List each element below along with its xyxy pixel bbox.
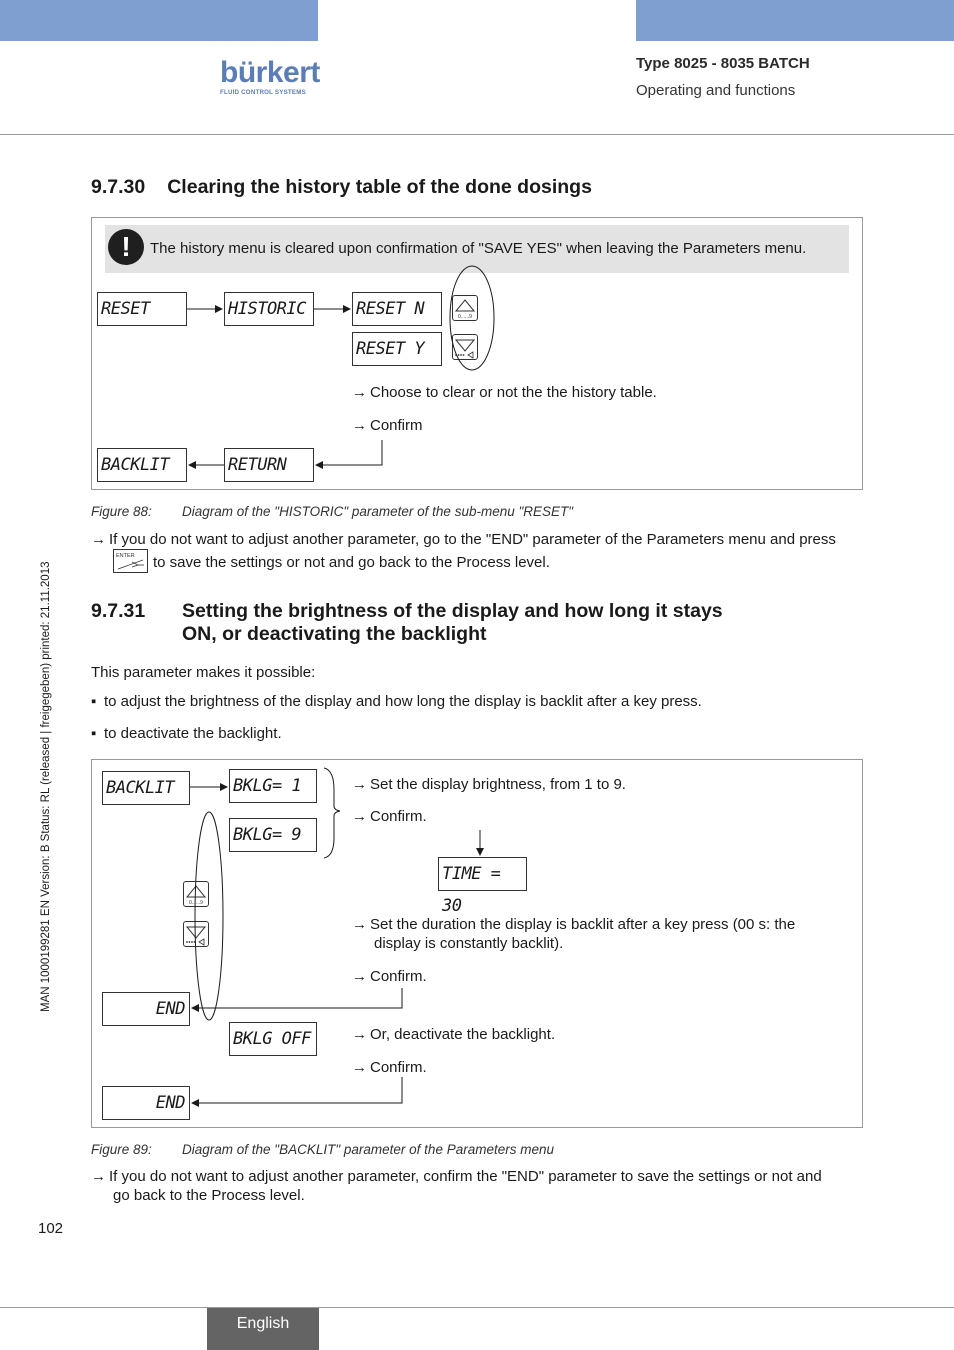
warning-text: The history menu is cleared upon confirm… bbox=[150, 240, 807, 257]
header-bar-right bbox=[636, 0, 954, 41]
instruction-88-line2: to save the settings or not and go back … bbox=[153, 554, 550, 571]
section-title-line2: ON, or deactivating the backlight bbox=[182, 623, 487, 645]
figure-89-label: Figure 89: bbox=[91, 1142, 152, 1157]
note-duration-line2: display is constantly backlit). bbox=[374, 935, 564, 952]
enter-key-icon: ENTER bbox=[113, 549, 148, 573]
lcd-reset-n: RESET N bbox=[352, 292, 442, 326]
instruction-88-line1: If you do not want to adjust another par… bbox=[91, 531, 836, 548]
lcd-backlit: BACKLIT bbox=[97, 448, 187, 482]
lcd-return: RETURN bbox=[224, 448, 314, 482]
lcd-bklg-1: BKLG= 1 bbox=[229, 769, 317, 803]
lcd-end: END bbox=[102, 1086, 190, 1120]
header-divider bbox=[0, 134, 954, 135]
page-number: 102 bbox=[38, 1220, 64, 1237]
down-key-icon bbox=[452, 334, 478, 360]
svg-text:0......9: 0......9 bbox=[458, 314, 472, 320]
language-tab: English bbox=[207, 1308, 319, 1350]
figure-88-label: Figure 88: bbox=[91, 504, 152, 519]
print-info: MAN 1000199281 EN Version: B Status: RL … bbox=[40, 561, 52, 1013]
exclamation-icon: ! bbox=[108, 229, 144, 265]
lcd-bklg-9: BKLG= 9 bbox=[229, 818, 317, 852]
intro-text: This parameter makes it possible: bbox=[91, 664, 316, 681]
lcd-reset: RESET bbox=[97, 292, 187, 326]
document-type: Type 8025 - 8035 BATCH bbox=[636, 55, 810, 72]
footer-divider bbox=[0, 1307, 954, 1308]
header-bar-left bbox=[0, 0, 318, 41]
note-confirm: Confirm bbox=[352, 417, 423, 434]
brand-tagline: FLUID CONTROL SYSTEMS bbox=[220, 89, 306, 96]
lcd-backlit: BACKLIT bbox=[102, 771, 190, 805]
section-number: 9.7.31 bbox=[91, 600, 146, 622]
note-deactivate: Or, deactivate the backlight. bbox=[352, 1026, 555, 1043]
figure-89-caption: Diagram of the "BACKLIT" parameter of th… bbox=[182, 1142, 554, 1157]
note-brightness: Set the display brightness, from 1 to 9. bbox=[352, 776, 626, 793]
brand-logo: bürkert FLUID CONTROL SYSTEMS bbox=[220, 56, 320, 97]
section-title-line1: Setting the brightness of the display an… bbox=[182, 600, 723, 622]
lcd-time: TIME = 30 bbox=[438, 857, 527, 916]
bullet-item: ▪ to adjust the brightness of the display… bbox=[91, 693, 702, 710]
note-confirm: Confirm. bbox=[352, 1059, 427, 1076]
svg-text:ENTER: ENTER bbox=[116, 553, 135, 559]
section-heading-9-7-30: 9.7.30 Clearing the history table of the … bbox=[91, 176, 871, 199]
section-title: Clearing the history table of the done d… bbox=[167, 176, 592, 198]
section-heading-9-7-31: 9.7.31 Setting the brightness of the dis… bbox=[91, 600, 891, 650]
up-key-icon: 0......9 bbox=[452, 295, 478, 321]
instruction-89-line2: go back to the Process level. bbox=[113, 1187, 305, 1204]
document-subtitle: Operating and functions bbox=[636, 82, 796, 99]
down-key-icon bbox=[183, 921, 209, 947]
figure-88-caption: Diagram of the "HISTORIC" parameter of t… bbox=[182, 504, 574, 519]
note-choose: Choose to clear or not the the history t… bbox=[352, 384, 657, 401]
lcd-bklg-off: BKLG OFF bbox=[229, 1022, 317, 1056]
brand-name: bürkert bbox=[220, 56, 320, 89]
instruction-89-line1: If you do not want to adjust another par… bbox=[91, 1168, 822, 1185]
svg-text:0......9: 0......9 bbox=[189, 900, 203, 906]
note-confirm: Confirm. bbox=[352, 968, 427, 985]
section-number: 9.7.30 bbox=[91, 176, 146, 198]
note-confirm: Confirm. bbox=[352, 808, 427, 825]
lcd-end: END bbox=[102, 992, 190, 1026]
up-key-icon: 0......9 bbox=[183, 881, 209, 907]
bullet-item: ▪ to deactivate the backlight. bbox=[91, 725, 282, 742]
lcd-historic: HISTORIC bbox=[224, 292, 314, 326]
note-duration: Set the duration the display is backlit … bbox=[352, 916, 795, 933]
lcd-reset-y: RESET Y bbox=[352, 332, 442, 366]
